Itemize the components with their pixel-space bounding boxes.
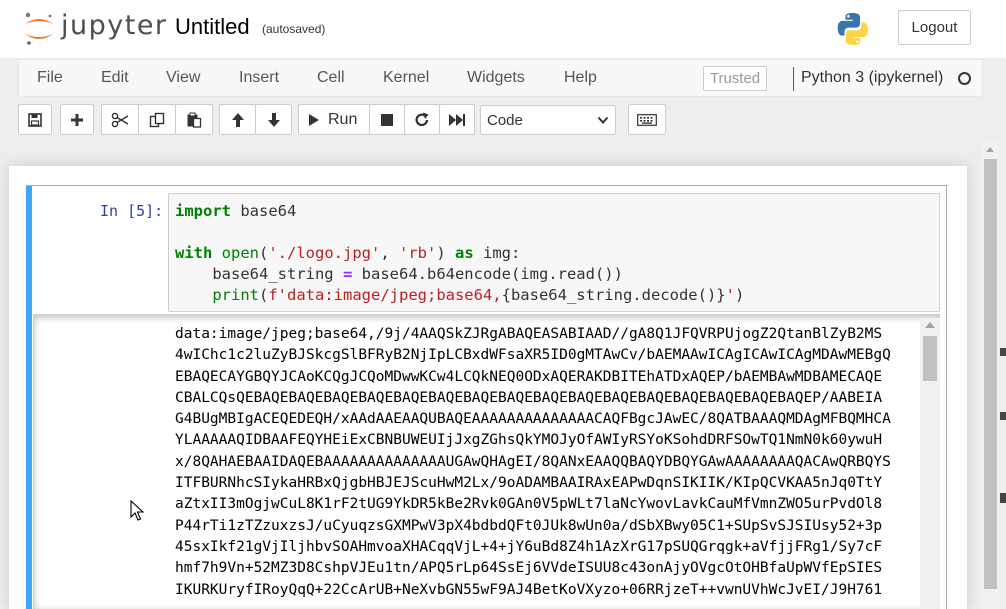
run-icon (309, 113, 319, 126)
output-line: G4BUgMBIgACEQEDEQH/xAAdAAEAAQUBAQEAAAAAA… (175, 411, 891, 428)
menu-file[interactable]: File (37, 69, 63, 87)
code-line-5: print(f'data:image/jpeg;base64,{base64_s… (212, 286, 745, 304)
output-line: ITFBURNhcSIykaHRBxQjgbHBJEJScuHwM2Lx/9oA… (175, 475, 883, 492)
cell-type-select[interactable]: Code (480, 105, 616, 135)
input-prompt: In [5]: (100, 202, 164, 220)
output-scroll-thumb[interactable] (923, 336, 937, 381)
keyboard-icon (637, 113, 657, 126)
save-icon (28, 112, 42, 127)
python-logo-icon (837, 13, 868, 45)
restart-button[interactable] (404, 104, 440, 135)
kernel-divider (793, 67, 794, 91)
paste-icon (187, 112, 202, 128)
output-line: P44rTi1zTZzuxzsJ/uCyuqzsGXMPwV3pX4bdbdQF… (175, 517, 883, 534)
stop-icon (381, 113, 393, 126)
output-text[interactable]: data:image/jpeg;base64,/9j/4AAQSkZJRgABA… (175, 324, 910, 609)
command-palette-button[interactable] (628, 104, 666, 135)
logout-button[interactable]: Logout (898, 10, 971, 45)
menu-insert[interactable]: Insert (239, 69, 279, 87)
copy-icon (149, 112, 165, 127)
move-down-icon (267, 112, 280, 127)
run-label: Run (328, 110, 358, 128)
menu-cell[interactable]: Cell (317, 69, 345, 87)
output-line: x/8QAHAEBAAIDAQEBAAAAAAAAAAAAAAUGAwQHAgE… (175, 453, 891, 470)
notebook-title[interactable]: Untitled (175, 14, 250, 40)
jupyter-brand[interactable]: jupyter (61, 10, 168, 41)
output-line: 45sxIkf21gVjIljhbvSOAHmvoaXHACqqVjL+4+jY… (175, 538, 883, 555)
move-up-button[interactable] (219, 104, 256, 135)
code-text[interactable]: import base64 with open('./logo.jpg', 'r… (175, 201, 744, 306)
fast-forward-icon (449, 113, 465, 126)
restart-icon (415, 112, 429, 126)
output-line: EBAQECAYGBQYJCAoKCQgJCQoMDwwKCw4LCQkNEQ0… (175, 368, 883, 385)
edge-artifact (1000, 348, 1006, 356)
move-up-icon (231, 112, 244, 127)
code-line-1: import base64 (175, 202, 297, 220)
edge-artifact (1000, 493, 1006, 503)
code-line-3: with open('./logo.jpg', 'rb') as img: (175, 244, 521, 262)
restart-run-all-button[interactable] (439, 104, 475, 135)
output-line: CBALCQsQEBAQEBAQEBAQEBAQEBAQEBAQEBAQEBAQ… (175, 389, 883, 406)
output-line: data:image/jpeg;base64,/9j/4AAQSkZJRgABA… (175, 326, 883, 342)
move-down-button[interactable] (255, 104, 292, 135)
menu-widgets[interactable]: Widgets (467, 69, 525, 87)
output-scrollbar[interactable] (920, 318, 940, 609)
copy-button[interactable] (138, 104, 176, 135)
kernel-idle-icon (958, 72, 971, 85)
interrupt-button[interactable] (369, 104, 405, 135)
notebook-header: jupyter Untitled (autosaved) Logout (0, 0, 1006, 58)
save-button[interactable] (18, 104, 52, 135)
autosave-status: (autosaved) (262, 22, 326, 36)
output-line: aZtxII3mOgjwCuL8K1rF2tUG9YkDR5kBe2Rvk0GA… (175, 496, 883, 513)
page-scrollbar[interactable] (982, 142, 999, 609)
output-line: IKURKUryfIRoyQqQ+22CcArUB+NeXvbGN55wF9AJ… (175, 581, 883, 598)
menubar: File Edit View Insert Cell Kernel Widget… (18, 59, 983, 97)
output-line: hmf7h9Vn+52MZ3D8CshpVJEu1tn/APQ5rLp64SsE… (175, 560, 883, 577)
cell-type-value: Code (487, 111, 523, 129)
edge-artifact (1000, 412, 1006, 420)
menu-kernel[interactable]: Kernel (383, 69, 429, 87)
cell-selection-bar (26, 186, 32, 609)
scroll-up-arrow-icon[interactable] (986, 147, 994, 152)
insert-cell-button[interactable] (60, 104, 94, 135)
scroll-up-arrow-icon[interactable] (925, 322, 935, 328)
code-line-4: base64_string = base64.b64encode(img.rea… (175, 265, 623, 283)
menu-view[interactable]: View (166, 69, 200, 87)
cut-button[interactable] (101, 104, 139, 135)
output-line: 4wIChc1c2luZyBJSkcgSlBFRyB2NjIpLCBxdWFsa… (175, 347, 891, 364)
run-button[interactable]: Run (298, 104, 370, 135)
menu-help[interactable]: Help (564, 69, 597, 87)
cut-icon (111, 112, 129, 127)
menu-edit[interactable]: Edit (101, 69, 129, 87)
trusted-badge[interactable]: Trusted (703, 66, 767, 91)
chevron-down-icon (597, 116, 609, 124)
add-cell-icon (71, 113, 83, 126)
mouse-cursor-icon (130, 500, 144, 521)
page-scroll-thumb[interactable] (984, 159, 997, 589)
jupyter-logo-icon[interactable] (22, 11, 56, 47)
output-line: YLAAAAAQIDBAAFEQYHEiExCBNBUWEUIjJxgZGhsQ… (175, 432, 883, 449)
paste-button[interactable] (175, 104, 213, 135)
kernel-name[interactable]: Python 3 (ipykernel) (801, 69, 943, 87)
